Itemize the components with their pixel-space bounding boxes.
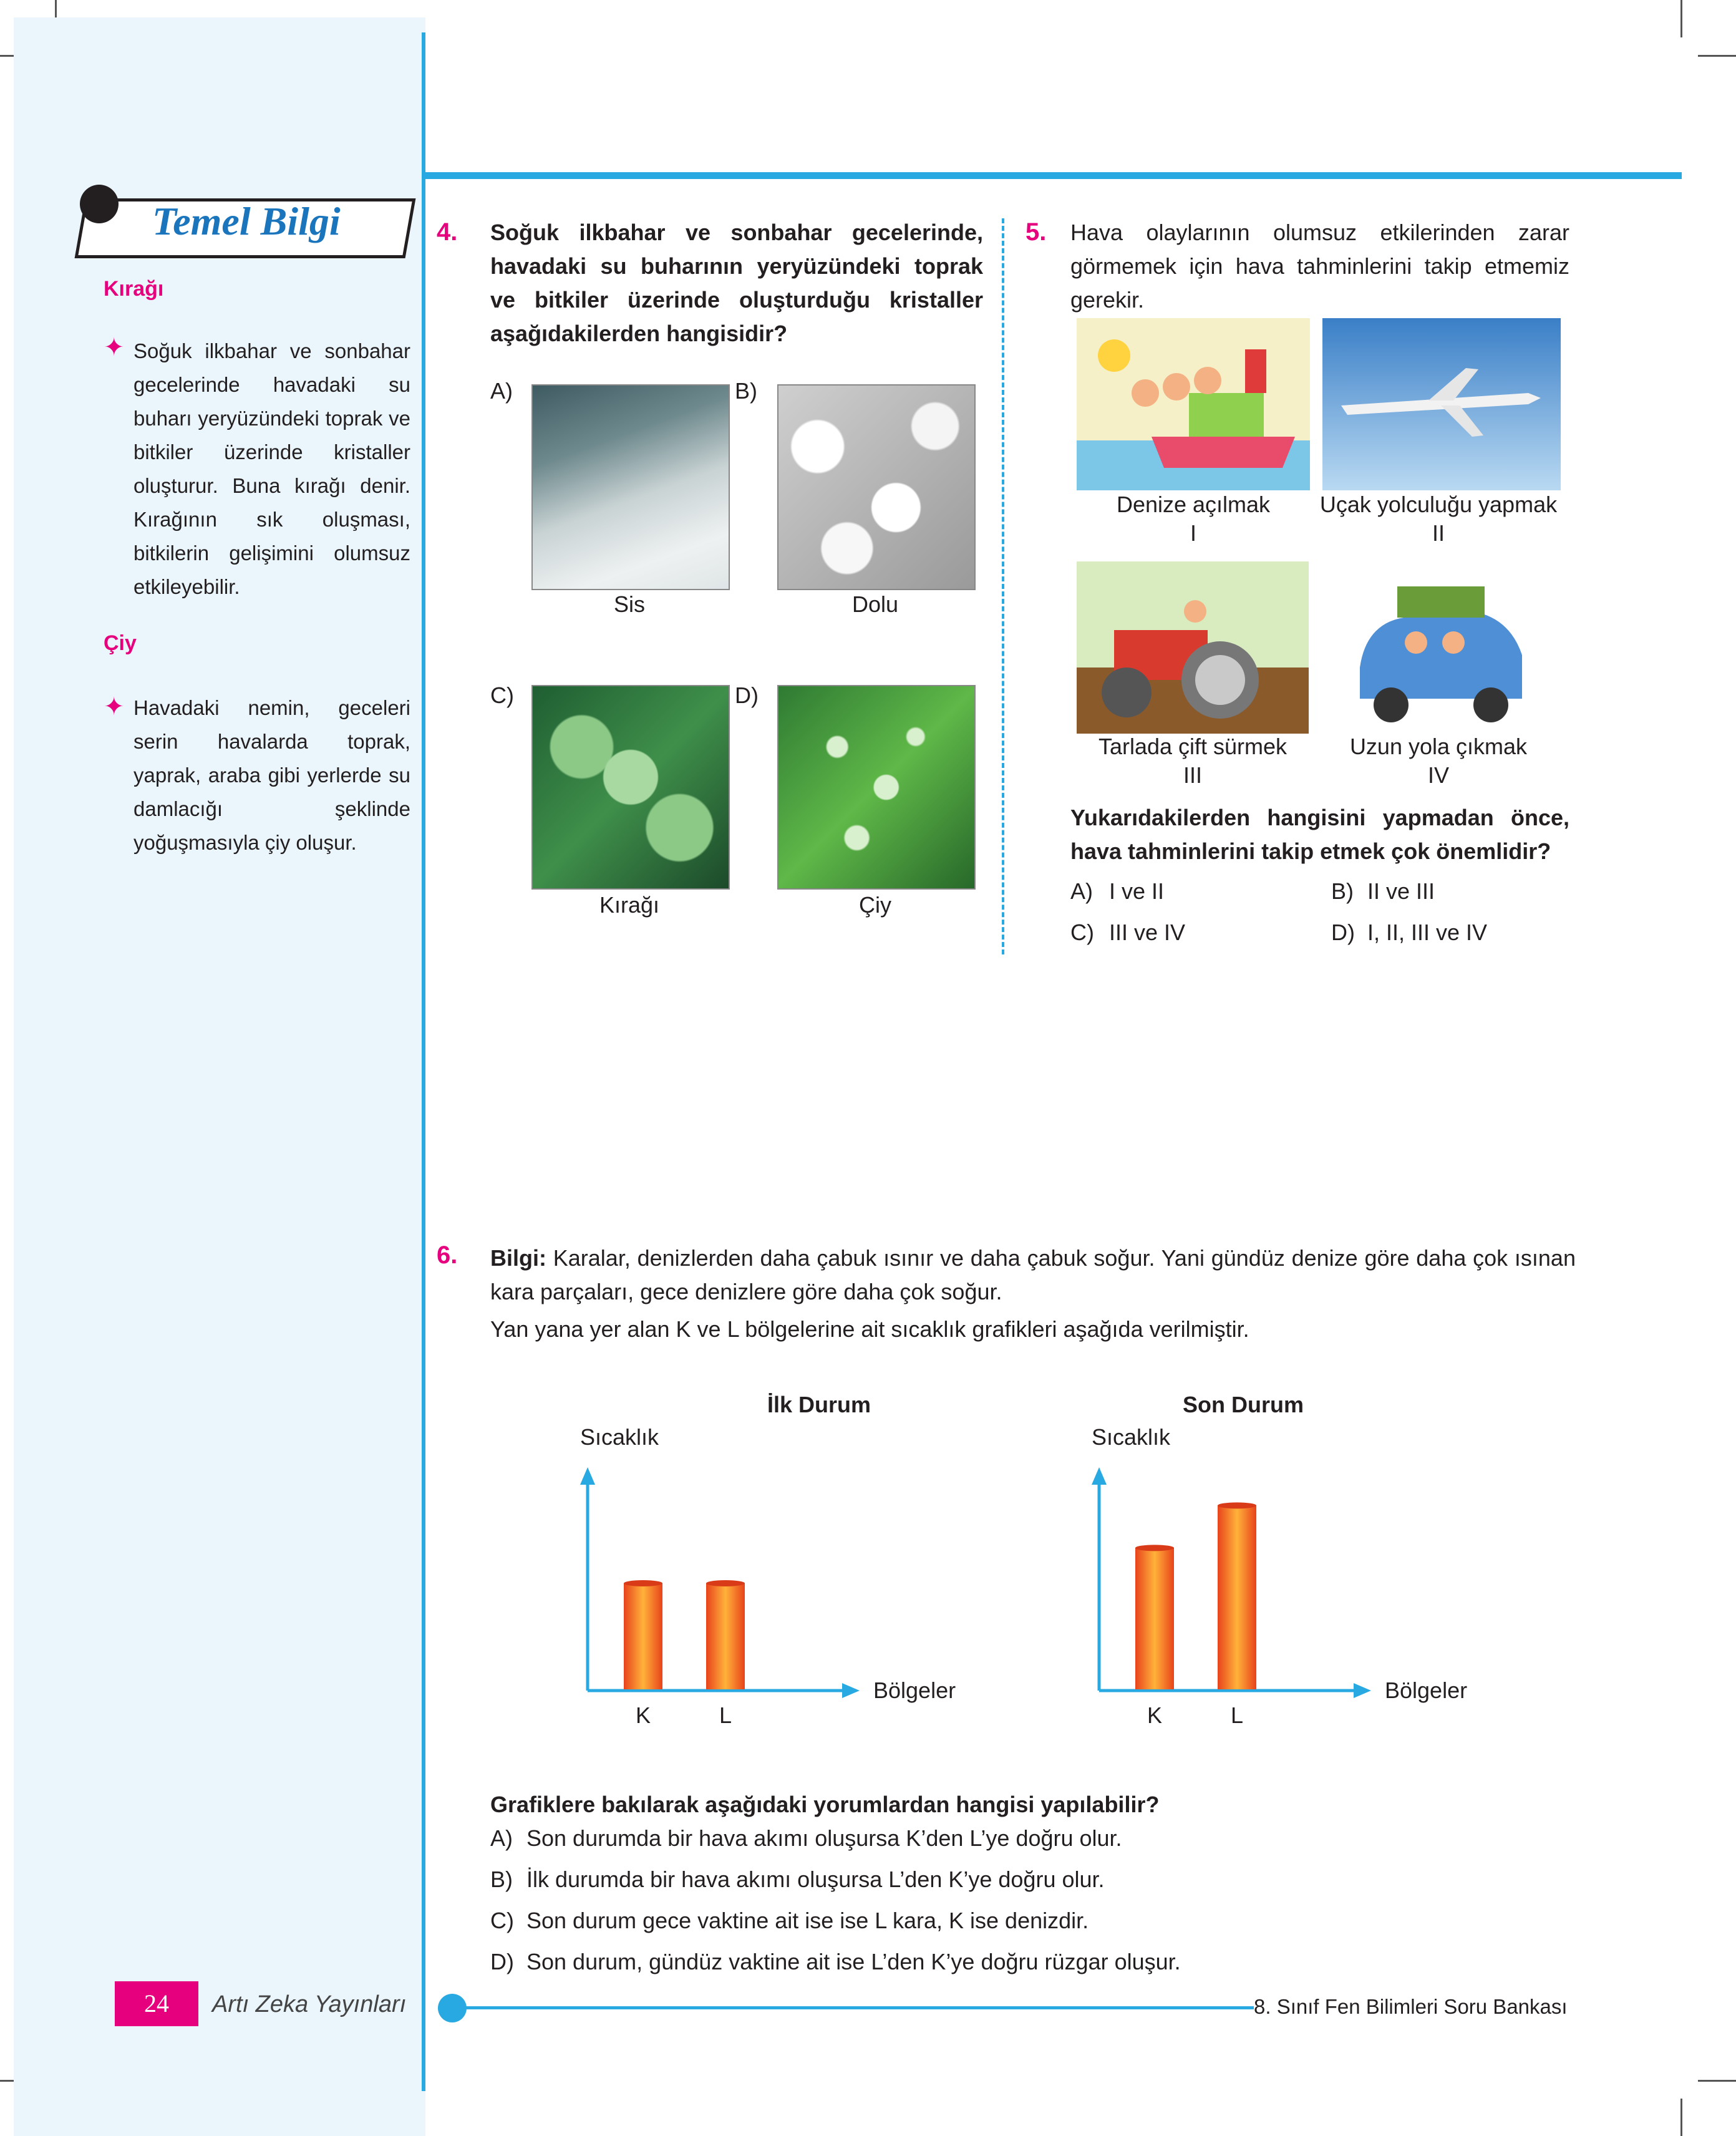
answer-text: I ve II: [1109, 878, 1165, 904]
bar-cap: [1218, 1502, 1256, 1509]
question-text: Soğuk ilkbahar ve sonbahar gecelerinde, …: [490, 220, 983, 346]
chart-ilk-durum: İlk Durum Sıcaklık Bölgeler K L: [580, 1392, 956, 1728]
chart-title: İlk Durum: [767, 1392, 871, 1417]
sidebar-title: Temel Bilgi: [152, 199, 341, 243]
sidebar-heading-ciy: Çiy: [104, 631, 137, 655]
answer-letter: C): [1070, 920, 1094, 945]
answer-letter: B): [490, 1867, 513, 1892]
x-tick-label: L: [1231, 1702, 1243, 1728]
option-caption: Dolu: [851, 591, 899, 617]
chart-son-durum: Son Durum Sıcaklık Bölgeler K L: [1092, 1392, 1467, 1728]
fog-photo: [531, 384, 730, 590]
answer-text: Son durum, gündüz vaktine ait ise L’den …: [526, 1949, 1181, 1974]
book-title: 8. Sınıf Fen Bilimleri Soru Bankası: [1254, 1995, 1568, 2018]
bar-L: [1218, 1505, 1256, 1689]
x-axis-arrow: [842, 1683, 860, 1698]
question-prompt: Yukarıdakilerden hangisini yapmadan önce…: [1070, 805, 1569, 864]
sidebar-text-ciy: Havadaki nemin, geceleri serin havalarda…: [133, 696, 410, 854]
question-prompt: Grafiklere bakılarak aşağıdaki yorumlard…: [490, 1792, 1160, 1817]
boat-illustration: [1077, 318, 1310, 490]
x-axis-label: Bölgeler: [873, 1677, 956, 1703]
question-number: 4.: [437, 218, 458, 246]
option-letter: A): [490, 378, 513, 404]
item-roman: I: [1190, 520, 1196, 546]
option-caption: Sis: [613, 591, 645, 617]
hail-photo: [777, 384, 976, 590]
item-label: Denize açılmak: [1116, 492, 1271, 517]
info-text: Karalar, denizlerden daha çabuk ısınır v…: [490, 1245, 1576, 1304]
question-number: 6.: [437, 1241, 458, 1269]
top-rule: [425, 172, 1682, 179]
footer-dot: [438, 1994, 467, 2022]
column-divider: [1002, 218, 1004, 954]
item-label: Uçak yolculuğu yapmak: [1319, 492, 1558, 517]
option-letter: D): [735, 682, 759, 708]
question-text: Hava olaylarının olumsuz etkilerinden za…: [1070, 220, 1569, 313]
item-roman: II: [1432, 520, 1445, 546]
sidebar-heading-kiragi: Kırağı: [104, 277, 164, 301]
x-tick-label: K: [1147, 1702, 1162, 1728]
x-tick-label: K: [636, 1702, 651, 1728]
answer-text: I, II, III ve IV: [1367, 920, 1488, 945]
bar-K: [1135, 1548, 1174, 1689]
sidebar-divider: [422, 32, 425, 2091]
footer-rule: [462, 2006, 1254, 2009]
option-letter: B): [735, 378, 757, 404]
option-caption: Kırağı: [599, 892, 660, 918]
bar-cap: [706, 1580, 745, 1586]
item-label: Tarlada çift sürmek: [1098, 734, 1287, 759]
answer-letter: A): [1070, 878, 1093, 904]
option-letter: C): [490, 682, 514, 708]
airplane-photo: [1322, 318, 1561, 490]
chart-title: Son Durum: [1183, 1392, 1304, 1417]
bar-cap: [1135, 1545, 1174, 1551]
frost-photo: [531, 685, 730, 890]
item-label: Uzun yola çıkmak: [1349, 734, 1528, 759]
x-axis-arrow: [1354, 1683, 1371, 1698]
answer-letter: C): [490, 1908, 514, 1933]
answer-letter: A): [490, 1825, 513, 1851]
answer-letter: D): [1331, 920, 1355, 945]
bar-L: [706, 1583, 745, 1689]
sidebar-text-kiragi: Soğuk ilkbahar ve sonbahar gecelerinde h…: [133, 339, 410, 598]
info-block: Bilgi: Karalar, denizlerden daha çabuk ı…: [490, 1241, 1576, 1309]
tractor-illustration: [1077, 561, 1309, 734]
bar-K: [624, 1583, 662, 1689]
info-text-2: Yan yana yer alan K ve L bölgelerine ait…: [490, 1316, 1249, 1342]
answer-letter: B): [1331, 878, 1354, 904]
answer-text: III ve IV: [1109, 920, 1186, 945]
x-tick-label: L: [719, 1702, 732, 1728]
car-illustration: [1347, 561, 1532, 727]
info-label: Bilgi:: [490, 1245, 546, 1271]
option-caption: Çiy: [859, 892, 891, 918]
bulb-icon: [80, 185, 119, 223]
bar-cap: [624, 1580, 662, 1586]
item-roman: III: [1183, 762, 1202, 788]
page-number: 24: [115, 1981, 198, 2026]
dew-photo: [777, 685, 976, 890]
x-axis-label: Bölgeler: [1385, 1677, 1467, 1703]
publisher-name: Artı Zeka Yayınları: [212, 1991, 407, 2017]
y-axis-label: Sıcaklık: [1092, 1424, 1171, 1450]
y-axis-label: Sıcaklık: [580, 1424, 659, 1450]
answer-letter: D): [490, 1949, 514, 1974]
item-roman: IV: [1427, 762, 1449, 788]
star-icon: ✦: [104, 693, 125, 721]
y-axis-arrow: [580, 1467, 595, 1485]
answer-text: İlk durumda bir hava akımı oluşursa L’de…: [526, 1867, 1105, 1892]
y-axis-arrow: [1092, 1467, 1107, 1485]
answer-text: Son durumda bir hava akımı oluşursa K’de…: [526, 1825, 1122, 1851]
star-icon: ✦: [104, 334, 125, 361]
question-number: 5.: [1026, 218, 1047, 246]
answer-text: II ve III: [1367, 878, 1435, 904]
answer-text: Son durum gece vaktine ait ise ise L kar…: [526, 1908, 1089, 1933]
